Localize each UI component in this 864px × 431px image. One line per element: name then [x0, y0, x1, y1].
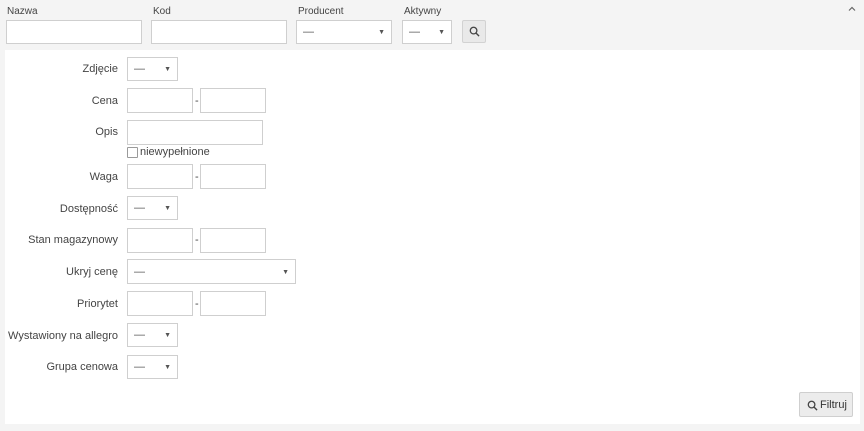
photo-select-value: —	[134, 63, 145, 75]
filter-button[interactable]: Filtruj	[799, 392, 853, 417]
availability-label: Dostępność	[59, 203, 118, 215]
price-to-input[interactable]	[200, 88, 266, 113]
unfilled-checkbox-label: niewypełnione	[140, 146, 210, 158]
weight-range-separator: -	[195, 171, 199, 183]
weight-label: Waga	[89, 171, 118, 183]
priority-range-separator: -	[195, 298, 199, 310]
name-label: Nazwa	[7, 6, 38, 17]
allegro-label: Wystawiony na allegro	[8, 330, 118, 342]
caret-down-icon: ▼	[282, 268, 289, 276]
active-label: Aktywny	[404, 6, 442, 17]
search-icon	[469, 26, 480, 37]
top-filter-bar: Nazwa Kod Producent — ▼ Aktywny — ▼	[0, 0, 864, 50]
photo-label: Zdjęcie	[82, 63, 118, 75]
hide-price-select[interactable]: — ▼	[127, 259, 296, 284]
hide-price-select-value: —	[134, 265, 145, 278]
producer-select[interactable]: — ▼	[296, 20, 392, 44]
priority-to-input[interactable]	[200, 291, 266, 316]
price-range-separator: -	[195, 95, 199, 107]
code-label: Kod	[153, 6, 171, 17]
price-group-label: Grupa cenowa	[46, 361, 118, 373]
allegro-select[interactable]: — ▼	[127, 323, 178, 347]
description-label: Opis	[95, 126, 118, 138]
producer-select-value: —	[303, 26, 314, 38]
active-select-value: —	[409, 26, 420, 38]
allegro-select-value: —	[134, 329, 145, 341]
caret-down-icon: ▼	[164, 65, 171, 73]
name-input[interactable]	[6, 20, 142, 44]
filter-button-label: Filtruj	[820, 399, 847, 411]
caret-down-icon: ▼	[164, 363, 171, 371]
stock-range-separator: -	[195, 234, 199, 246]
weight-from-input[interactable]	[127, 164, 193, 189]
producer-label: Producent	[298, 6, 344, 17]
caret-down-icon: ▼	[164, 204, 171, 212]
priority-label: Priorytet	[77, 298, 118, 310]
caret-down-icon: ▼	[378, 28, 385, 36]
weight-to-input[interactable]	[200, 164, 266, 189]
caret-down-icon: ▼	[438, 28, 445, 36]
availability-select-value: —	[134, 202, 145, 214]
code-input[interactable]	[151, 20, 287, 44]
caret-down-icon: ▼	[164, 331, 171, 339]
price-group-select-value: —	[134, 361, 145, 373]
price-from-input[interactable]	[127, 88, 193, 113]
photo-select[interactable]: — ▼	[127, 57, 178, 81]
search-icon	[807, 400, 818, 411]
availability-select[interactable]: — ▼	[127, 196, 178, 220]
description-input[interactable]	[127, 120, 263, 145]
stock-from-input[interactable]	[127, 228, 193, 253]
unfilled-checkbox[interactable]	[127, 147, 138, 158]
price-label: Cena	[91, 95, 118, 107]
price-group-select[interactable]: — ▼	[127, 355, 178, 379]
active-select[interactable]: — ▼	[402, 20, 452, 44]
hide-price-label: Ukryj cenę	[66, 266, 118, 278]
stock-label: Stan magazynowy	[28, 234, 118, 246]
priority-from-input[interactable]	[127, 291, 193, 316]
stock-to-input[interactable]	[200, 228, 266, 253]
search-button[interactable]	[462, 20, 486, 43]
chevron-up-icon[interactable]	[846, 4, 858, 14]
